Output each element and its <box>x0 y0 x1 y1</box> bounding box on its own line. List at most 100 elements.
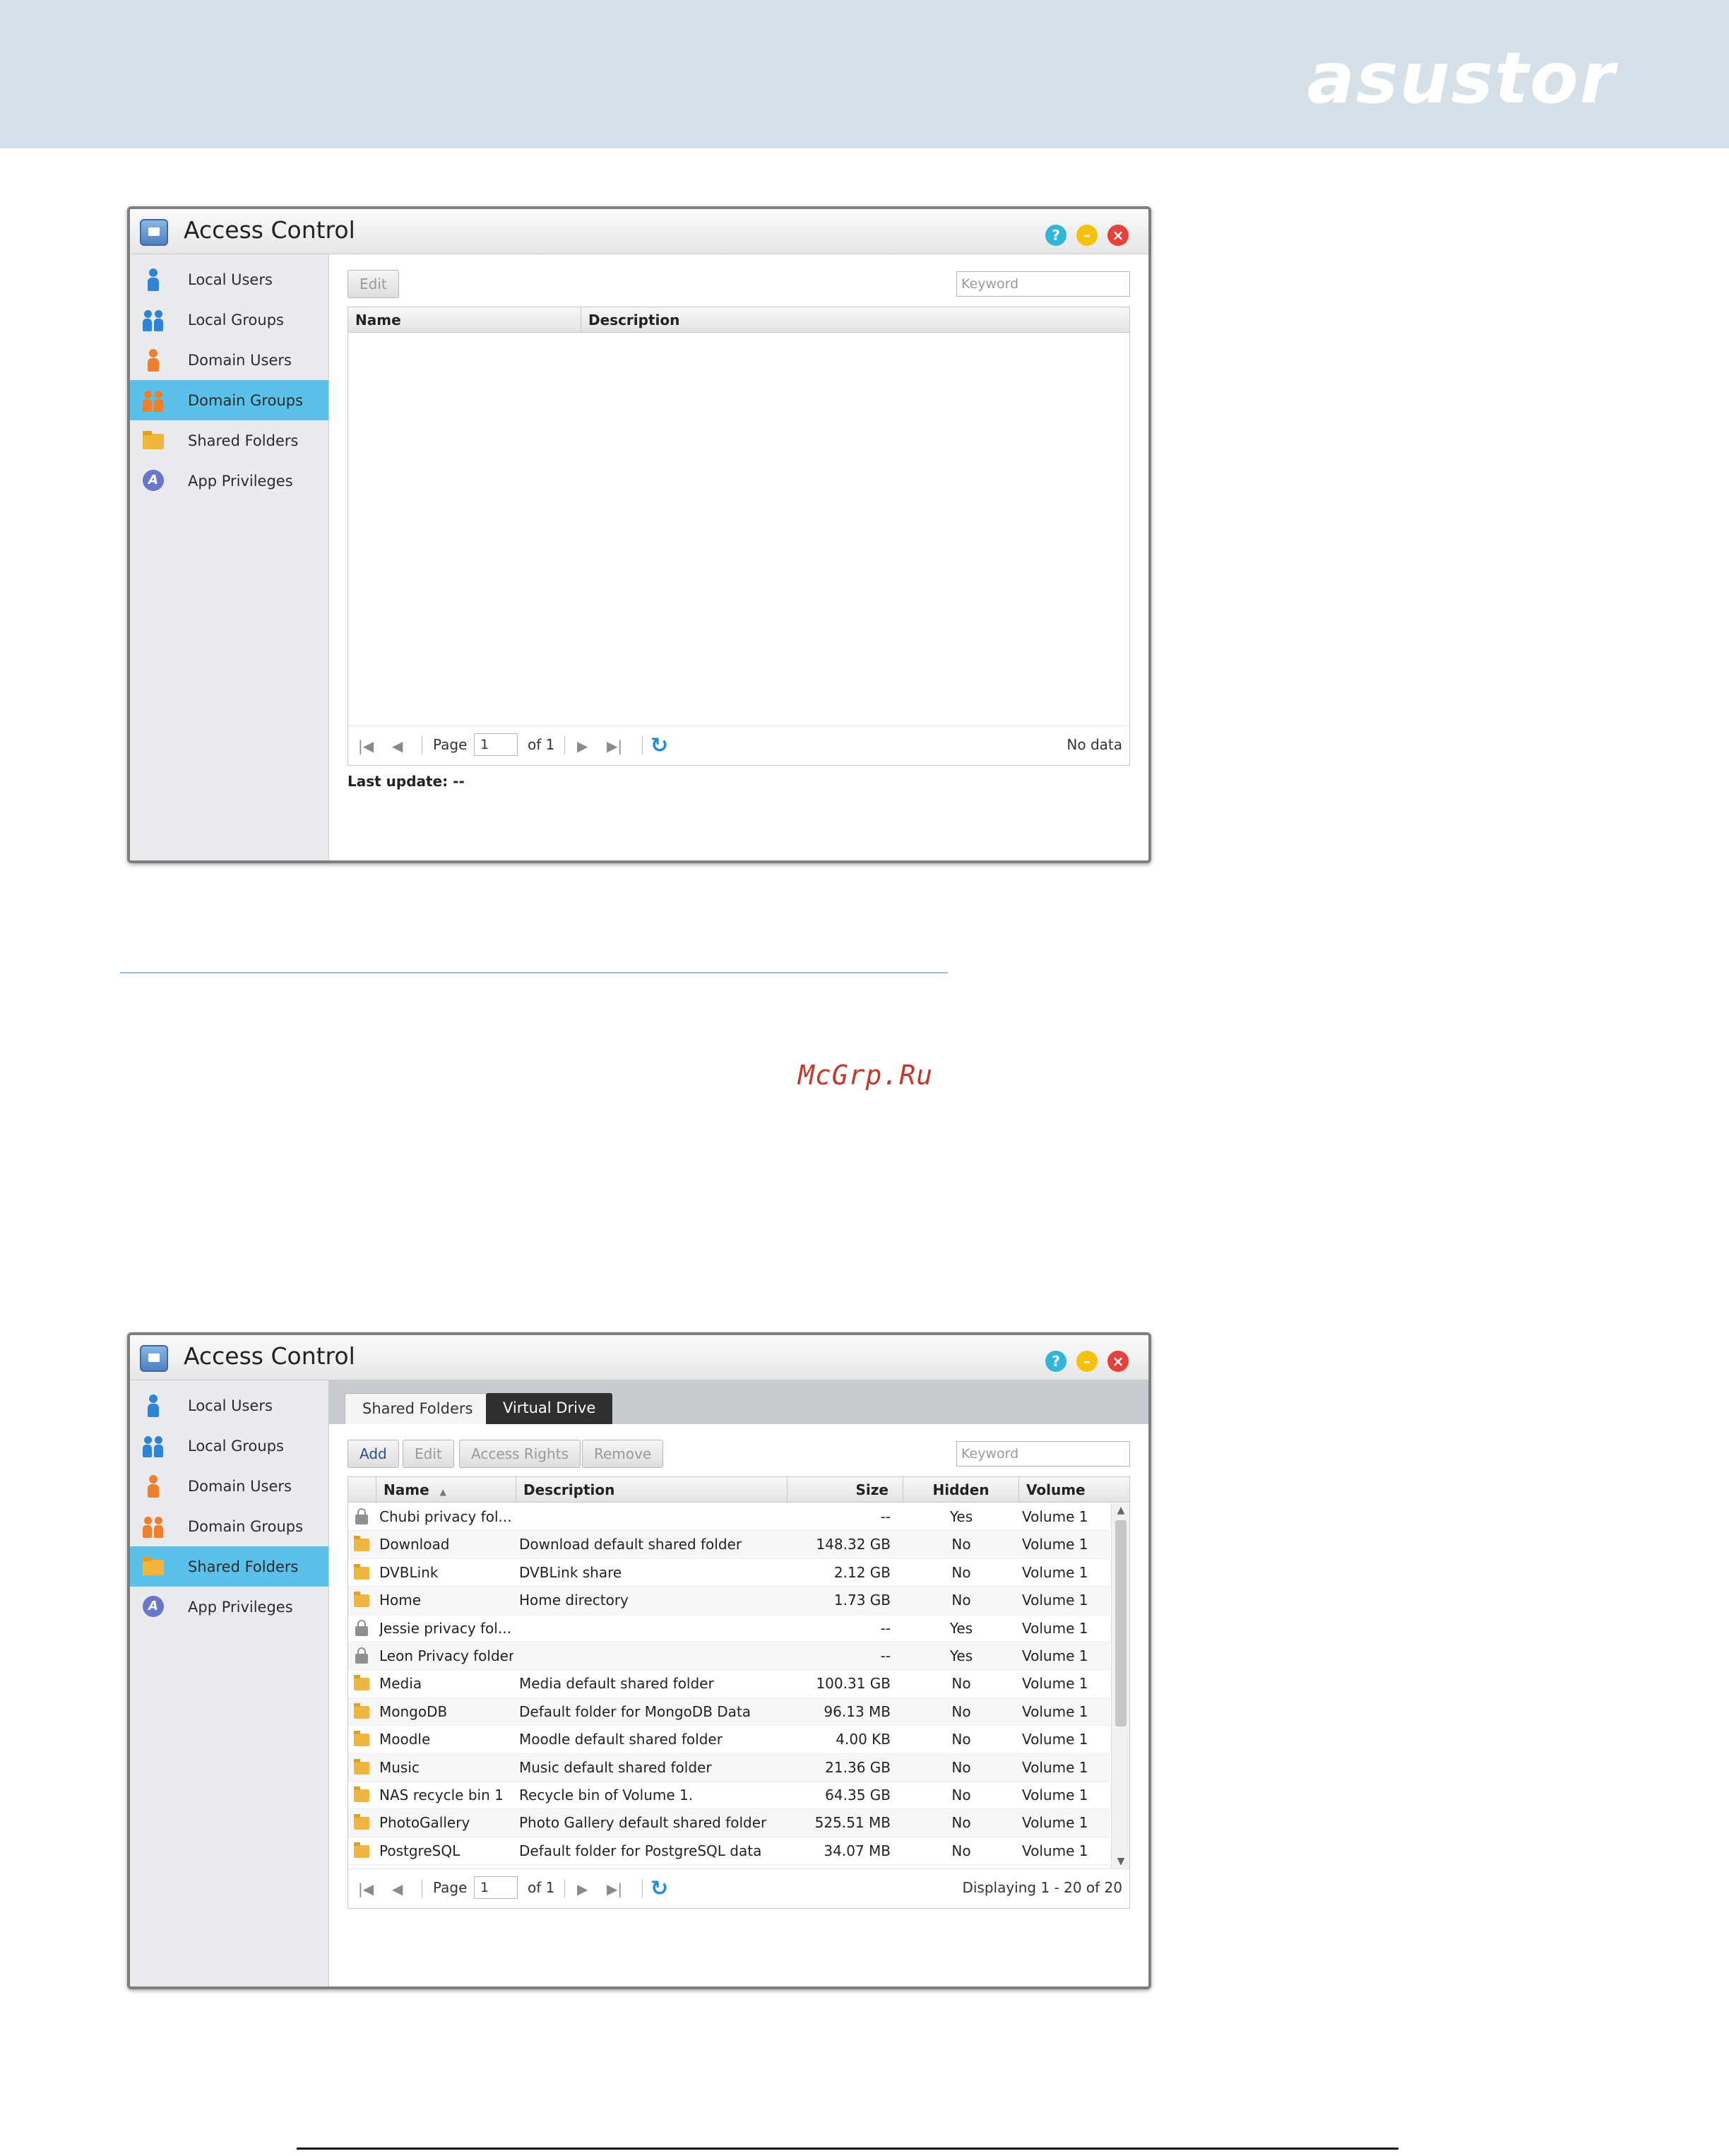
cell-hidden: No <box>951 1702 971 1720</box>
column-header-description[interactable]: Description <box>516 1477 788 1503</box>
column-header-icon <box>348 1477 376 1503</box>
sidebar-item-domain-groups[interactable]: Domain Groups <box>130 380 328 420</box>
domain-groups-grid: Name Description |◀ ◀ Page 1 of 1 ▶ ▶| ↻… <box>347 307 1130 766</box>
close-icon[interactable]: × <box>1107 1351 1129 1372</box>
title-bar[interactable]: Access Control ? – × <box>130 1335 1148 1380</box>
table-row[interactable]: Leon Privacy folder -- Yes Volume 1 <box>348 1642 1110 1671</box>
sidebar-item-label: Local Users <box>188 271 273 288</box>
help-icon[interactable]: ? <box>1045 1351 1066 1372</box>
column-header-size[interactable]: Size <box>788 1477 903 1503</box>
column-header-name[interactable]: Name <box>348 307 581 333</box>
domain-group-icon <box>143 1515 164 1538</box>
edit-button[interactable]: Edit <box>403 1440 454 1468</box>
footer-rule <box>297 2148 1398 2150</box>
column-header-hidden[interactable]: Hidden <box>903 1477 1019 1503</box>
sidebar-item-local-groups[interactable]: Local Groups <box>130 300 328 340</box>
sidebar: Local Users Local Groups Domain Users Do… <box>130 254 329 860</box>
sidebar-item-local-groups[interactable]: Local Groups <box>130 1426 328 1466</box>
sidebar-item-app-privileges[interactable]: App Privileges <box>130 1587 328 1627</box>
column-header-volume[interactable]: Volume <box>1019 1477 1129 1503</box>
pager-status: No data <box>1066 736 1122 753</box>
column-header-description[interactable]: Description <box>581 307 1129 333</box>
window-title: Access Control <box>184 1342 355 1370</box>
remove-button[interactable]: Remove <box>582 1440 664 1468</box>
table-row[interactable]: MongoDB Default folder for MongoDB Data 96… <box>348 1698 1110 1726</box>
prev-page-icon[interactable]: ◀ <box>392 1880 403 1897</box>
access-rights-button[interactable]: Access Rights <box>459 1440 581 1468</box>
cell-volume: Volume 1 <box>1022 1731 1088 1748</box>
minimize-icon[interactable]: – <box>1076 225 1098 246</box>
scroll-up-icon[interactable]: ▲ <box>1112 1505 1130 1516</box>
column-header-name[interactable]: Name ▲ <box>376 1477 516 1503</box>
first-page-icon[interactable]: |◀ <box>358 1880 374 1897</box>
table-row[interactable]: Home Home directory 1.73 GB No Volume 1 <box>348 1587 1110 1615</box>
cell-hidden: No <box>951 1731 971 1748</box>
table-row[interactable]: DVBLink DVBLink share 2.12 GB No Volume 1 <box>348 1559 1110 1587</box>
title-bar[interactable]: Access Control ? – × <box>130 209 1148 254</box>
last-page-icon[interactable]: ▶| <box>607 1880 622 1897</box>
tab-shared-folders[interactable]: Shared Folders <box>345 1393 491 1424</box>
cell-hidden: No <box>951 1787 971 1803</box>
sidebar-item-local-users[interactable]: Local Users <box>130 259 328 300</box>
sidebar-item-shared-folders[interactable]: Shared Folders <box>130 420 328 461</box>
table-row[interactable]: Chubi privacy fol... -- Yes Volume 1 <box>348 1503 1110 1532</box>
keyword-search-input[interactable]: Keyword <box>956 1441 1130 1467</box>
scrollbar-thumb[interactable] <box>1115 1520 1127 1726</box>
cell-volume: Volume 1 <box>1022 1536 1088 1553</box>
app-privileges-icon <box>143 469 164 492</box>
pagination-bar: |◀ ◀ Page 1 of 1 ▶ ▶| ↻ Displaying 1 - 2… <box>348 1868 1129 1908</box>
sidebar-item-app-privileges[interactable]: App Privileges <box>130 461 328 501</box>
section-divider <box>120 972 948 973</box>
refresh-icon[interactable]: ↻ <box>650 733 668 758</box>
table-row[interactable]: NAS recycle bin 1 Recycle bin of Volume 1… <box>348 1782 1110 1810</box>
edit-button[interactable]: Edit <box>347 270 399 298</box>
table-row[interactable]: PhotoGallery Photo Gallery default shared… <box>348 1809 1110 1837</box>
sidebar-item-local-users[interactable]: Local Users <box>130 1385 328 1426</box>
table-row[interactable]: Moodle Moodle default shared folder 4.00 K… <box>348 1726 1110 1754</box>
app-privileges-icon <box>143 1595 164 1618</box>
sidebar-item-shared-folders[interactable]: Shared Folders <box>130 1546 328 1587</box>
cell-volume: Volume 1 <box>1022 1592 1088 1609</box>
cell-name: Media <box>379 1675 422 1693</box>
sidebar-item-domain-users[interactable]: Domain Users <box>130 1466 328 1506</box>
cell-hidden: Yes <box>949 1619 973 1637</box>
shared-folders-grid: Name ▲ Description Size Hidden Volume Ch… <box>347 1476 1130 1909</box>
sidebar-item-label: Shared Folders <box>188 432 299 449</box>
last-page-icon[interactable]: ▶| <box>607 738 622 754</box>
sidebar-item-label: Domain Users <box>188 351 292 369</box>
first-page-icon[interactable]: |◀ <box>358 738 374 754</box>
local-user-icon <box>143 268 164 291</box>
scroll-down-icon[interactable]: ▼ <box>1112 1856 1130 1867</box>
table-row[interactable]: Jessie privacy fol... -- Yes Volume 1 <box>348 1615 1110 1642</box>
folder-icon <box>354 1787 369 1802</box>
prev-page-icon[interactable]: ◀ <box>392 738 403 754</box>
sidebar-item-label: Domain Groups <box>188 1517 304 1535</box>
sidebar-item-domain-groups[interactable]: Domain Groups <box>130 1506 328 1546</box>
table-row[interactable]: Download Download default shared folder 14… <box>348 1531 1110 1559</box>
refresh-icon[interactable]: ↻ <box>650 1876 668 1901</box>
table-row[interactable]: PostgreSQL Default folder for PostgreSQL … <box>348 1837 1110 1866</box>
page-number-input[interactable]: 1 <box>474 1876 518 1899</box>
cell-description: Default folder for MongoDB Data <box>519 1702 751 1720</box>
table-row[interactable]: Music Music default shared folder 21.36 GB… <box>348 1753 1110 1782</box>
minimize-icon[interactable]: – <box>1076 1351 1098 1372</box>
next-page-icon[interactable]: ▶ <box>577 1880 588 1897</box>
vertical-scrollbar[interactable]: ▲ ▼ <box>1111 1503 1129 1868</box>
cell-size: -- <box>880 1647 891 1664</box>
close-icon[interactable]: × <box>1107 225 1129 246</box>
cell-size: 64.35 GB <box>825 1787 891 1803</box>
sidebar: Local Users Local Groups Domain Users Do… <box>130 1380 329 1986</box>
keyword-search-input[interactable]: Keyword <box>956 271 1130 297</box>
cell-name: Moodle <box>379 1731 431 1748</box>
page-number-input[interactable]: 1 <box>474 733 518 756</box>
table-row[interactable]: Media Media default shared folder 100.31 G… <box>348 1670 1110 1698</box>
next-page-icon[interactable]: ▶ <box>577 738 588 754</box>
help-icon[interactable]: ? <box>1045 225 1066 246</box>
cell-size: 4.00 KB <box>836 1731 891 1748</box>
sidebar-item-domain-users[interactable]: Domain Users <box>130 340 328 380</box>
asustor-logo: asustor <box>1307 37 1616 119</box>
add-button[interactable]: Add <box>347 1440 399 1468</box>
tab-virtual-drive[interactable]: Virtual Drive <box>486 1393 613 1424</box>
sidebar-item-label: Domain Users <box>188 1477 292 1495</box>
column-header-name-label: Name <box>384 1481 429 1498</box>
